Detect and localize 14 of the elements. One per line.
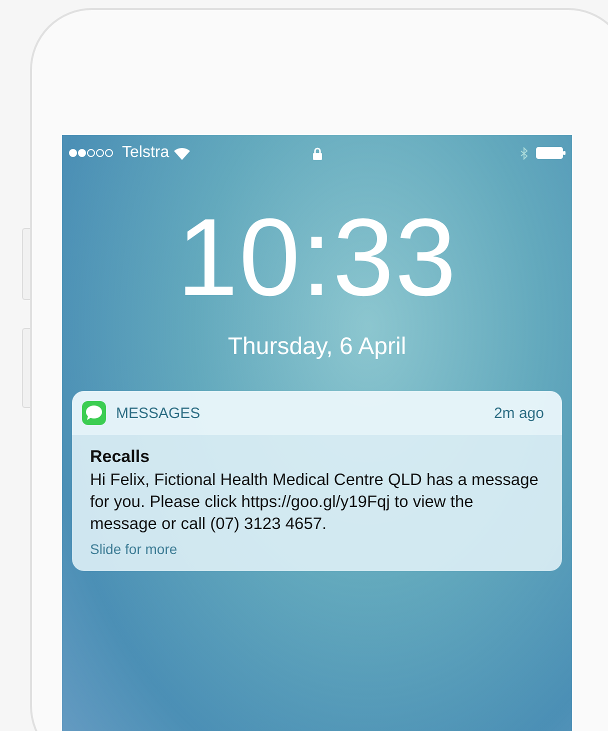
wifi-icon (173, 146, 192, 160)
clock-time: 10:33 (176, 203, 458, 313)
notification-time: 2m ago (494, 404, 544, 422)
slide-hint: Slide for more (90, 541, 178, 557)
app-name: MESSAGES (116, 404, 202, 422)
battery-icon (536, 147, 566, 159)
notification-card[interactable]: MESSAGES 2m ago Recalls Hi Felix, Fictional Health Medical Centre QLD has a message for you. Please click https://goo.gl/y19Fqj to view the message or call (07) 3123 4657. Slide for more (72, 391, 562, 571)
clock-date: Thursday, 6 April (228, 333, 406, 361)
notification-message: Hi Felix, Fictional Health Medical Centre QLD has a message for you. Please click https://goo.gl/y19Fqj to view the message or call (07) 3123 4657. (90, 470, 540, 535)
bluetooth-icon (520, 146, 528, 160)
chat-bubble-icon (82, 401, 106, 425)
lock-icon (312, 146, 322, 160)
notification-title: Recalls (90, 447, 151, 467)
carrier-name: Telstra (122, 144, 170, 162)
